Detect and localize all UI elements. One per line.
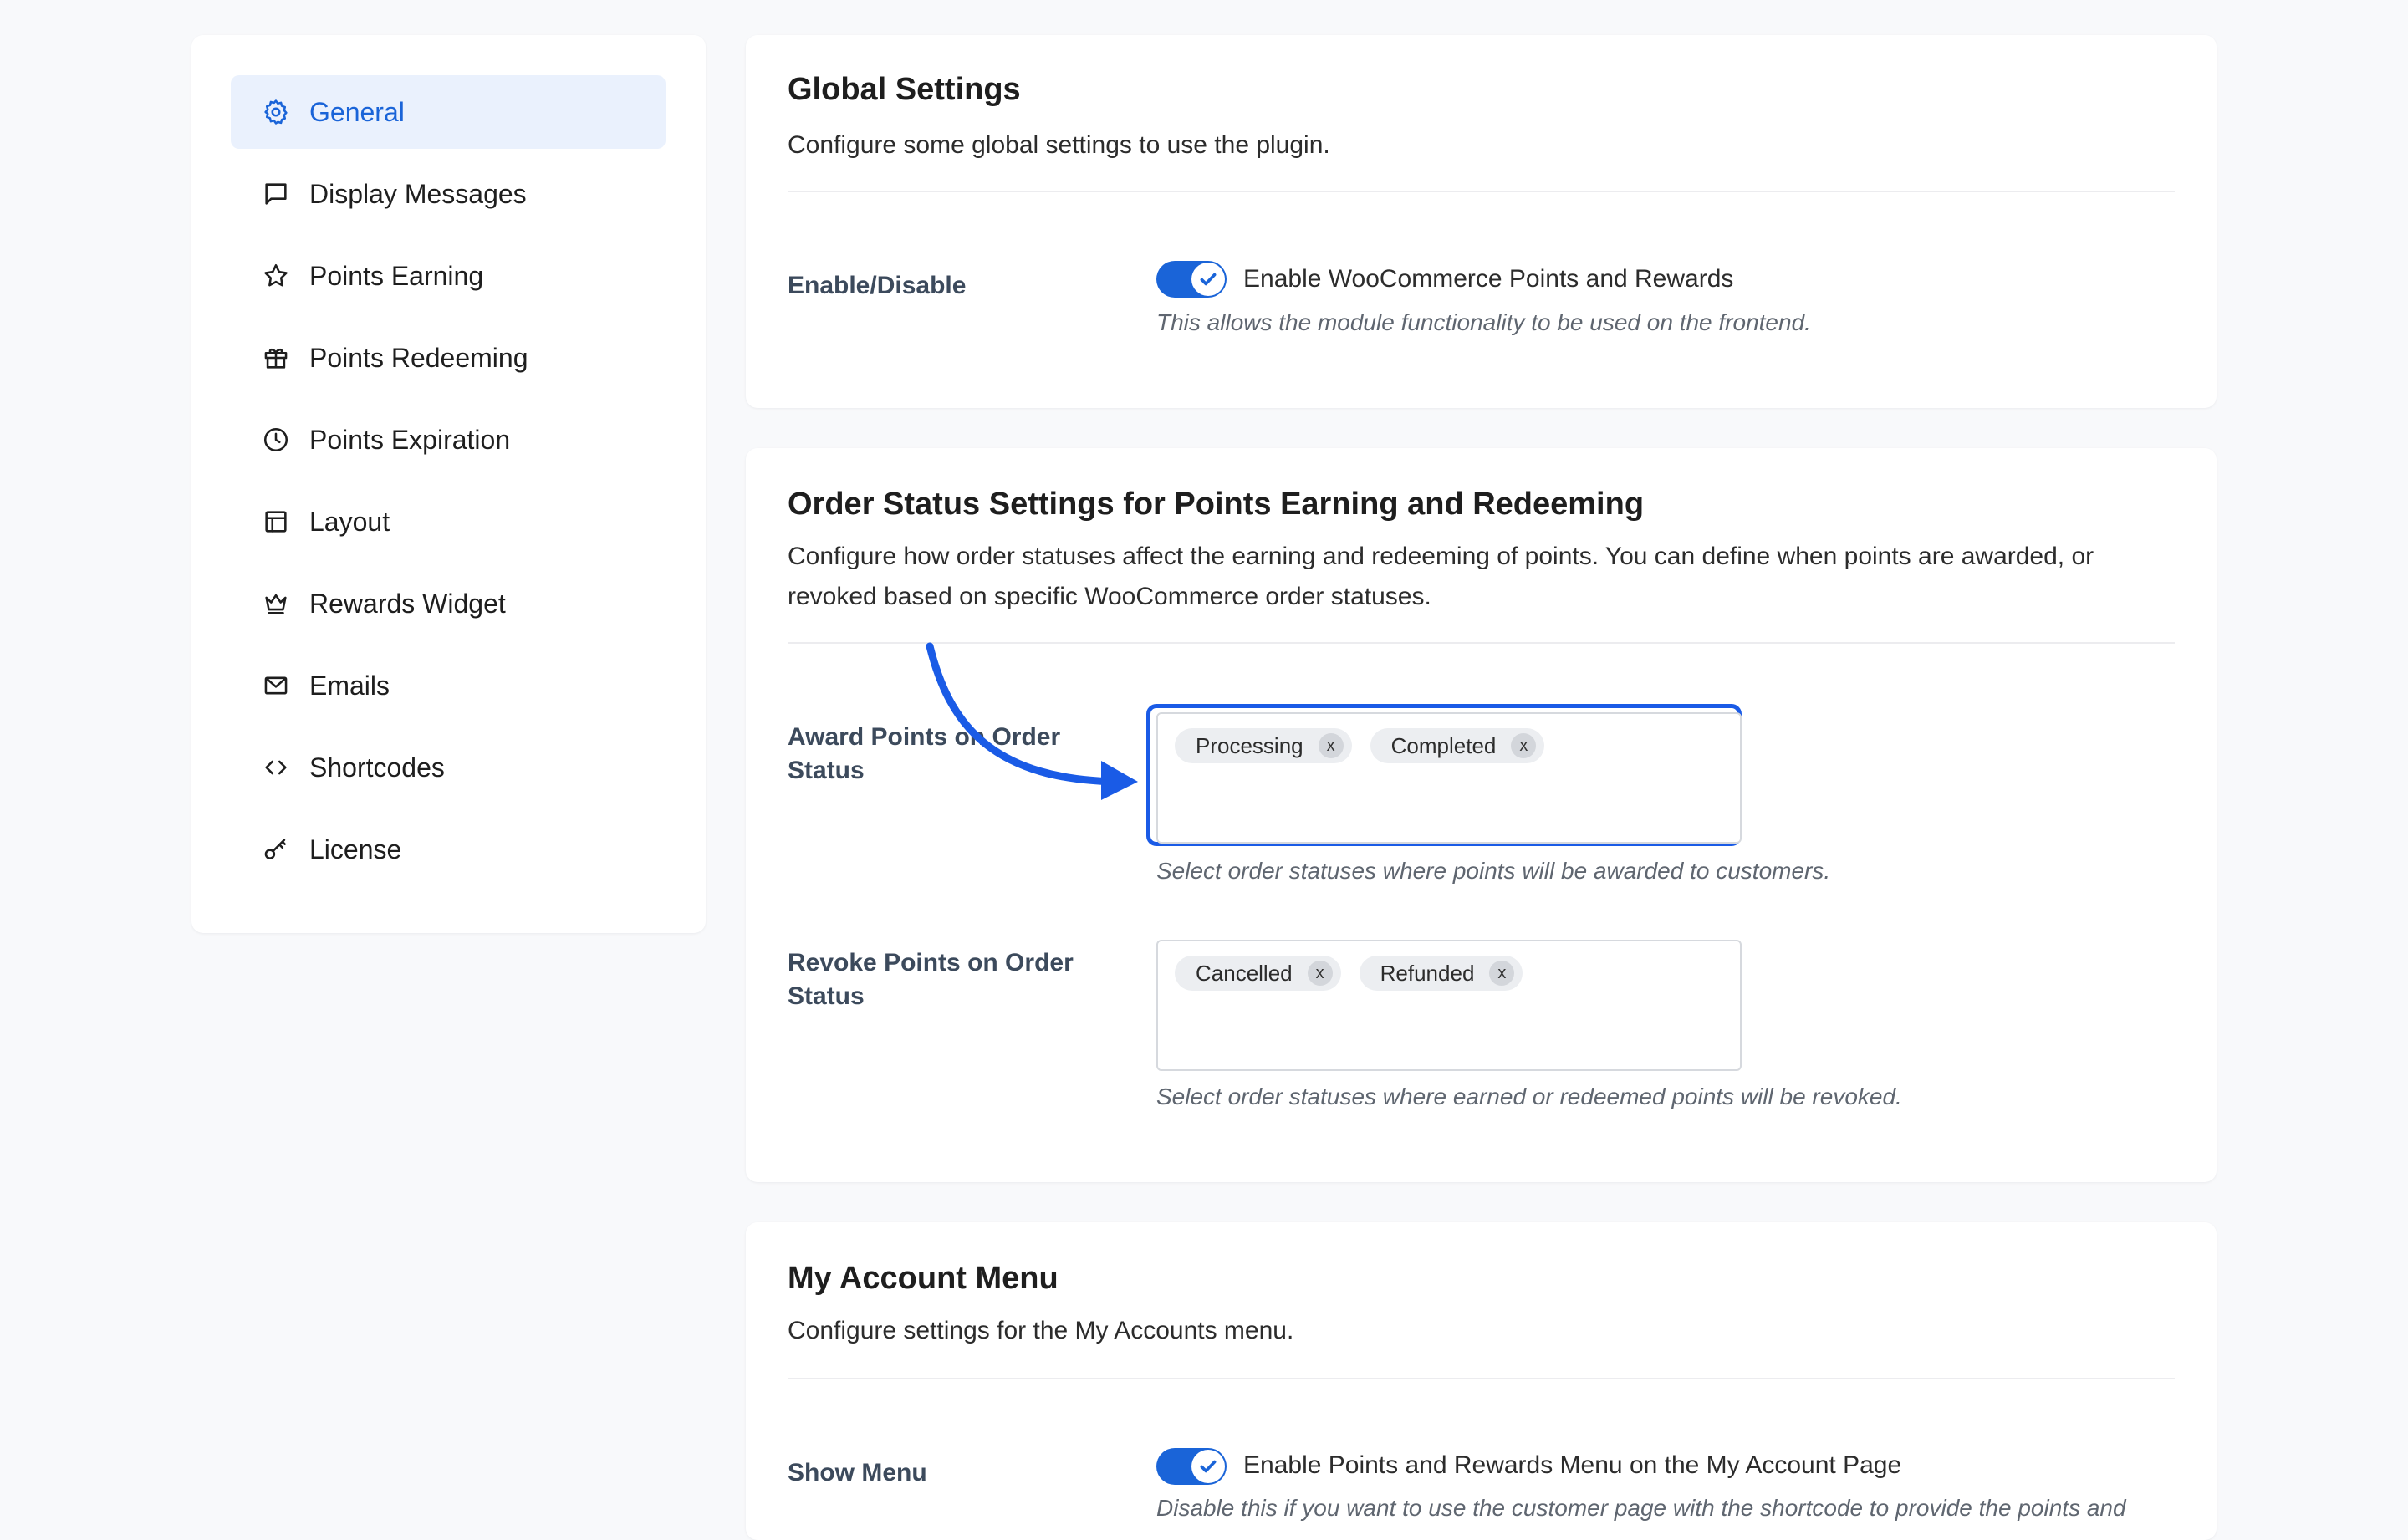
- toggle-knob: [1191, 263, 1225, 296]
- section-description: Configure settings for the My Accounts m…: [788, 1317, 1294, 1344]
- section-description: Configure some global settings to use th…: [788, 131, 1330, 159]
- enable-plugin-toggle-label: Enable WooCommerce Points and Rewards: [1243, 265, 1734, 293]
- chip-remove-button[interactable]: x: [1307, 961, 1333, 986]
- gear-icon: [261, 97, 291, 127]
- chip-remove-button[interactable]: x: [1318, 733, 1344, 758]
- sidebar-item-label: Display Messages: [309, 178, 527, 209]
- layout-icon: [261, 507, 291, 537]
- section-title: My Account Menu: [788, 1261, 1059, 1296]
- sidebar-item-display-messages[interactable]: Display Messages: [231, 157, 666, 231]
- sidebar-item-label: Layout: [309, 506, 390, 537]
- sidebar-item-label: Emails: [309, 670, 390, 701]
- my-account-menu-card: My Account Menu Configure settings for t…: [746, 1222, 2217, 1540]
- chip-remove-button[interactable]: x: [1489, 961, 1515, 986]
- show-menu-help: Disable this if you want to use the cust…: [1156, 1495, 2126, 1521]
- order-status-card: Order Status Settings for Points Earning…: [746, 448, 2217, 1182]
- sidebar-item-shortcodes[interactable]: Shortcodes: [231, 731, 666, 804]
- chip-label: Cancelled: [1196, 960, 1293, 986]
- gift-icon: [261, 343, 291, 373]
- revoke-status-help: Select order statuses where earned or re…: [1156, 1084, 1902, 1109]
- revoke-points-label-line1: Revoke Points on Order: [788, 949, 1074, 977]
- show-menu-toggle-label: Enable Points and Rewards Menu on the My…: [1243, 1451, 1902, 1479]
- star-icon: [261, 261, 291, 291]
- sidebar-item-rewards-widget[interactable]: Rewards Widget: [231, 567, 666, 640]
- sidebar-item-label: Points Expiration: [309, 424, 511, 455]
- enable-plugin-toggle[interactable]: [1156, 261, 1227, 298]
- code-icon: [261, 752, 291, 783]
- revoke-points-label-line2: Status: [788, 982, 865, 1010]
- settings-sidebar: General Display Messages Points Earning …: [191, 35, 706, 933]
- section-description-line2: revoked based on specific WooCommerce or…: [788, 583, 1431, 610]
- sidebar-item-points-expiration[interactable]: Points Expiration: [231, 403, 666, 477]
- section-title: Global Settings: [788, 72, 1021, 107]
- key-icon: [261, 834, 291, 864]
- annotation-arrow-icon: [926, 642, 1138, 800]
- section-description-line1: Configure how order statuses affect the …: [788, 543, 2094, 570]
- chip-label: Processing: [1196, 732, 1303, 758]
- show-menu-toggle[interactable]: [1156, 1448, 1227, 1485]
- sidebar-item-general[interactable]: General: [231, 75, 666, 149]
- award-status-select[interactable]: Processing x Completed x: [1156, 712, 1742, 844]
- chip-label: Refunded: [1380, 960, 1475, 986]
- clock-icon: [261, 425, 291, 455]
- revoke-status-select[interactable]: Cancelled x Refunded x: [1156, 940, 1742, 1071]
- sidebar-item-points-redeeming[interactable]: Points Redeeming: [231, 321, 666, 395]
- chip-label: Completed: [1390, 732, 1497, 758]
- status-chip: Completed x: [1370, 728, 1545, 763]
- sidebar-item-label: Points Redeeming: [309, 342, 528, 373]
- check-icon: [1200, 1460, 1217, 1473]
- sidebar-item-layout[interactable]: Layout: [231, 485, 666, 558]
- section-title: Order Status Settings for Points Earning…: [788, 487, 1645, 522]
- crown-icon: [261, 589, 291, 619]
- sidebar-item-label: Shortcodes: [309, 752, 445, 783]
- sidebar-item-label: General: [309, 96, 405, 127]
- sidebar-item-label: License: [309, 834, 402, 864]
- sidebar-item-license[interactable]: License: [231, 813, 666, 886]
- status-chip: Cancelled x: [1175, 956, 1341, 991]
- toggle-knob: [1191, 1450, 1225, 1483]
- chip-remove-button[interactable]: x: [1511, 733, 1537, 758]
- sidebar-item-label: Rewards Widget: [309, 588, 506, 619]
- status-chip: Refunded x: [1359, 956, 1523, 991]
- sidebar-item-emails[interactable]: Emails: [231, 649, 666, 722]
- show-menu-label: Show Menu: [788, 1459, 927, 1486]
- enable-disable-label: Enable/Disable: [788, 272, 967, 299]
- mail-icon: [261, 671, 291, 701]
- status-chip: Processing x: [1175, 728, 1352, 763]
- message-icon: [261, 179, 291, 209]
- revoke-points-label: Revoke Points on Order Status: [788, 946, 1074, 1013]
- enable-plugin-help: This allows the module functionality to …: [1156, 309, 1811, 335]
- global-settings-card: Global Settings Configure some global se…: [746, 35, 2217, 408]
- divider: [788, 191, 2175, 192]
- check-icon: [1200, 273, 1217, 286]
- sidebar-item-points-earning[interactable]: Points Earning: [231, 239, 666, 313]
- sidebar-item-label: Points Earning: [309, 260, 484, 291]
- divider: [788, 1378, 2175, 1379]
- award-status-help: Select order statuses where points will …: [1156, 858, 1831, 884]
